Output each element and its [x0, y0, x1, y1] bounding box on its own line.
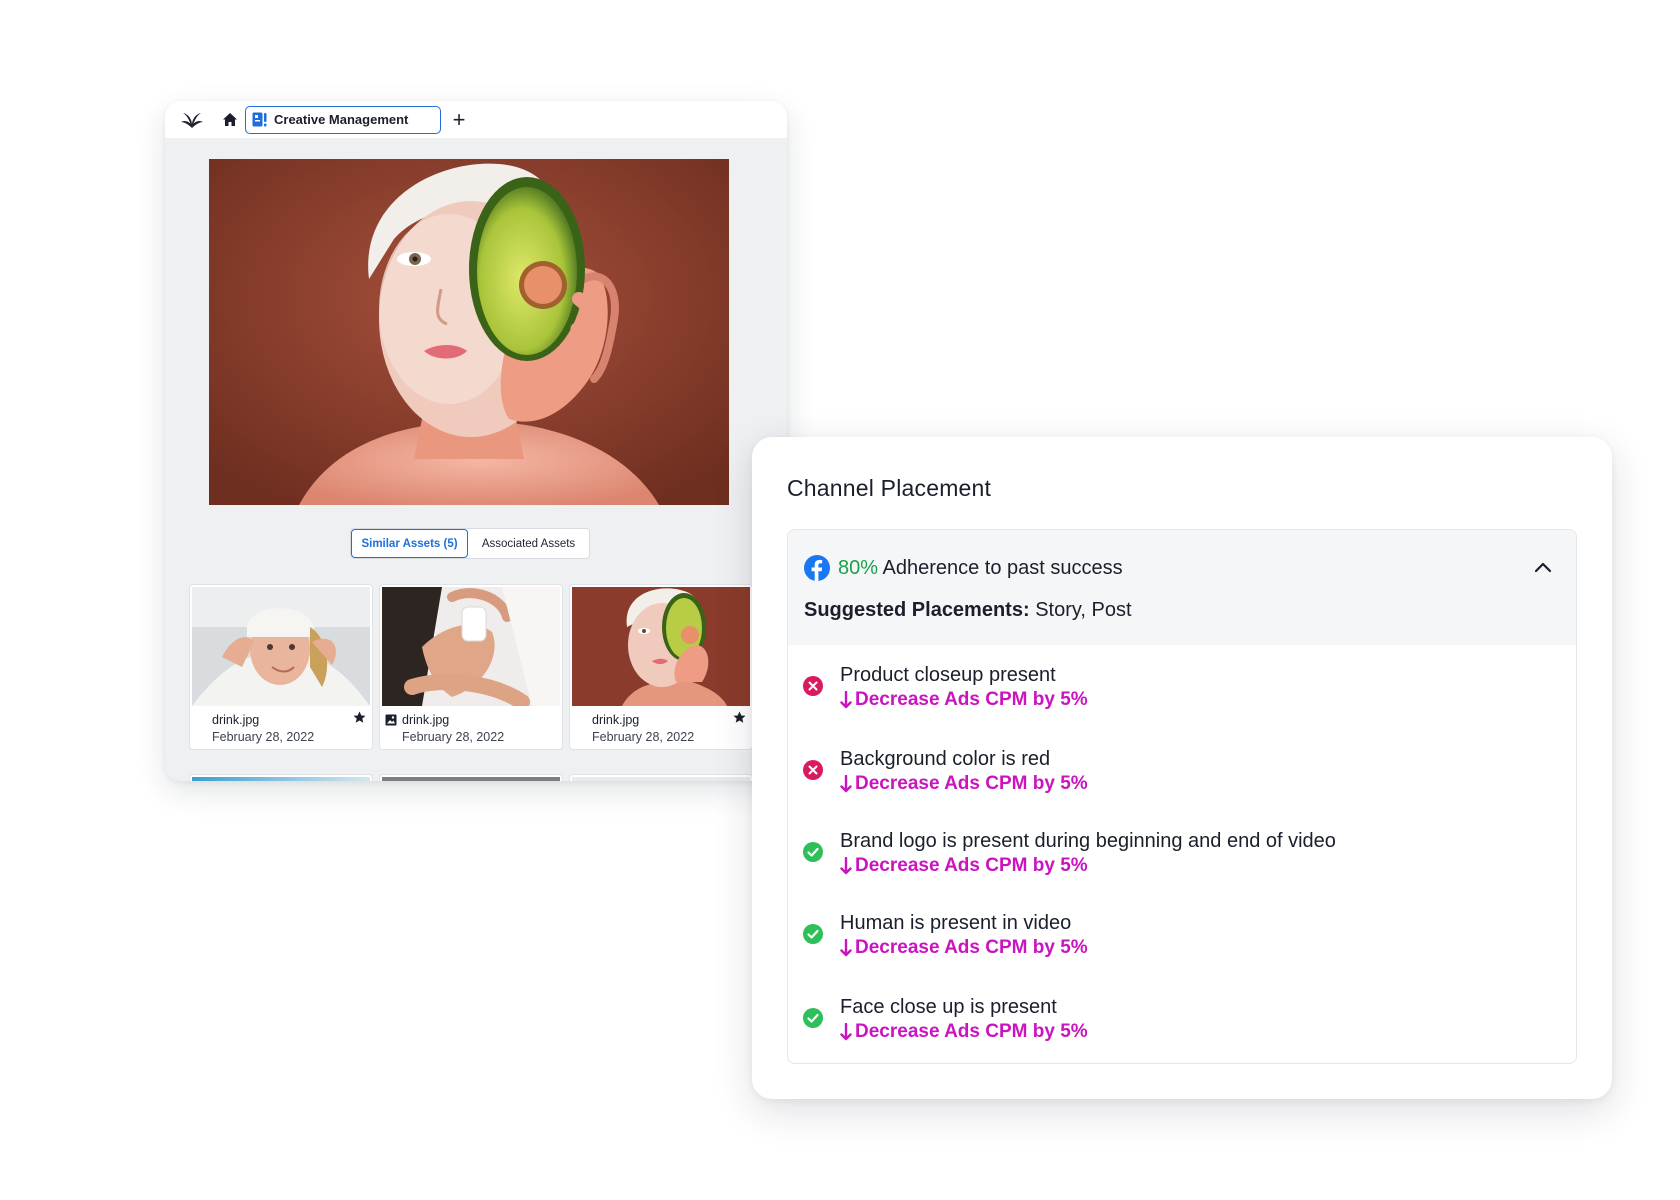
criterion-title: Background color is red	[840, 748, 1051, 770]
asset-date: February 28, 2022	[212, 730, 315, 744]
hero-asset-image[interactable]	[209, 159, 729, 505]
adherence-summary: 80% Adherence to past success	[838, 557, 1123, 580]
criterion-impact: Decrease Ads CPM by 5%	[840, 855, 1088, 877]
criterion-item: Face close up is present Decrease Ads CP…	[788, 977, 1576, 1042]
pass-check-icon	[803, 842, 823, 862]
channel-summary-header[interactable]: 80% Adherence to past success Suggested …	[788, 530, 1576, 645]
asset-thumbnail	[572, 587, 750, 706]
channel-placement-panel: Channel Placement 80% Adherence to past …	[752, 437, 1612, 1099]
home-icon[interactable]	[221, 111, 239, 129]
criterion-impact: Decrease Ads CPM by 5%	[840, 689, 1088, 711]
creative-management-icon	[252, 112, 267, 127]
asset-card-partial[interactable]	[189, 774, 373, 781]
criterion-title: Human is present in video	[840, 912, 1072, 934]
asset-name: drink.jpg	[402, 713, 450, 727]
suggested-placements-label: Suggested Placements:	[804, 599, 1030, 621]
similar-assets-tab[interactable]: Similar Assets (5)	[351, 529, 468, 558]
criterion-impact-text: Decrease Ads CPM by 5%	[855, 689, 1088, 710]
asset-thumbnail	[192, 587, 370, 706]
asset-card-partial[interactable]	[569, 774, 753, 781]
asset-toggle: Similar Assets (5) Associated Assets	[350, 528, 590, 559]
favorite-star-icon[interactable]	[353, 711, 366, 724]
criterion-impact-text: Decrease Ads CPM by 5%	[855, 1021, 1088, 1042]
criterion-impact: Decrease Ads CPM by 5%	[840, 1021, 1088, 1043]
adherence-text: Adherence to past success	[882, 557, 1123, 579]
asset-card[interactable]: drink.jpg February 28, 2022	[379, 584, 563, 750]
criterion-impact-text: Decrease Ads CPM by 5%	[855, 773, 1088, 794]
chevron-up-icon[interactable]	[1534, 560, 1552, 574]
arrow-down-icon	[840, 1023, 852, 1041]
arrow-down-icon	[840, 691, 852, 709]
facebook-icon	[804, 555, 830, 581]
asset-date: February 28, 2022	[402, 730, 505, 744]
criterion-title: Face close up is present	[840, 996, 1057, 1018]
tab-bar: Creative Management +	[165, 101, 787, 138]
criterion-title: Brand logo is present during beginning a…	[840, 830, 1336, 852]
suggested-placements-value: Story, Post	[1035, 599, 1132, 621]
asset-thumbnail	[192, 777, 370, 781]
arrow-down-icon	[840, 775, 852, 793]
arrow-down-icon	[840, 857, 852, 875]
image-icon	[385, 714, 397, 726]
asset-card[interactable]: drink.jpg February 28, 2022	[189, 584, 373, 750]
criterion-impact-text: Decrease Ads CPM by 5%	[855, 937, 1088, 958]
criterion-impact: Decrease Ads CPM by 5%	[840, 773, 1088, 795]
adherence-percent: 80%	[838, 557, 879, 579]
fail-x-icon	[803, 760, 823, 780]
favorite-star-icon[interactable]	[733, 711, 746, 724]
criterion-impact: Decrease Ads CPM by 5%	[840, 937, 1088, 959]
asset-name: drink.jpg	[592, 713, 640, 727]
panel-title: Channel Placement	[787, 475, 992, 501]
arrow-down-icon	[840, 939, 852, 957]
asset-thumbnail	[382, 777, 560, 781]
asset-thumbnail	[572, 777, 750, 781]
criterion-item: Brand logo is present during beginning a…	[788, 811, 1576, 876]
channel-summary-card: 80% Adherence to past success Suggested …	[787, 529, 1577, 1064]
associated-assets-tab[interactable]: Associated Assets	[468, 529, 589, 558]
pass-check-icon	[803, 924, 823, 944]
add-tab-button[interactable]: +	[449, 108, 469, 131]
criterion-item: Human is present in video Decrease Ads C…	[788, 893, 1576, 958]
criterion-title: Product closeup present	[840, 664, 1056, 686]
brand-logo-icon[interactable]	[179, 109, 205, 131]
asset-date: February 28, 2022	[592, 730, 695, 744]
pass-check-icon	[803, 1008, 823, 1028]
criterion-item: Product closeup present Decrease Ads CPM…	[788, 645, 1576, 710]
fail-x-icon	[803, 676, 823, 696]
tab-label: Creative Management	[274, 112, 409, 127]
asset-thumbnail	[382, 587, 560, 706]
asset-card[interactable]: drink.jpg February 28, 2022	[569, 584, 753, 750]
criterion-impact-text: Decrease Ads CPM by 5%	[855, 855, 1088, 876]
asset-name: drink.jpg	[212, 713, 260, 727]
asset-card-partial[interactable]	[379, 774, 563, 781]
creative-management-window: Creative Management + Similar Assets (5)…	[165, 101, 787, 781]
criterion-item: Background color is red Decrease Ads CPM…	[788, 729, 1576, 794]
suggested-placements: Suggested Placements: Story, Post	[804, 599, 1132, 622]
tab-creative-management[interactable]: Creative Management	[245, 105, 441, 134]
